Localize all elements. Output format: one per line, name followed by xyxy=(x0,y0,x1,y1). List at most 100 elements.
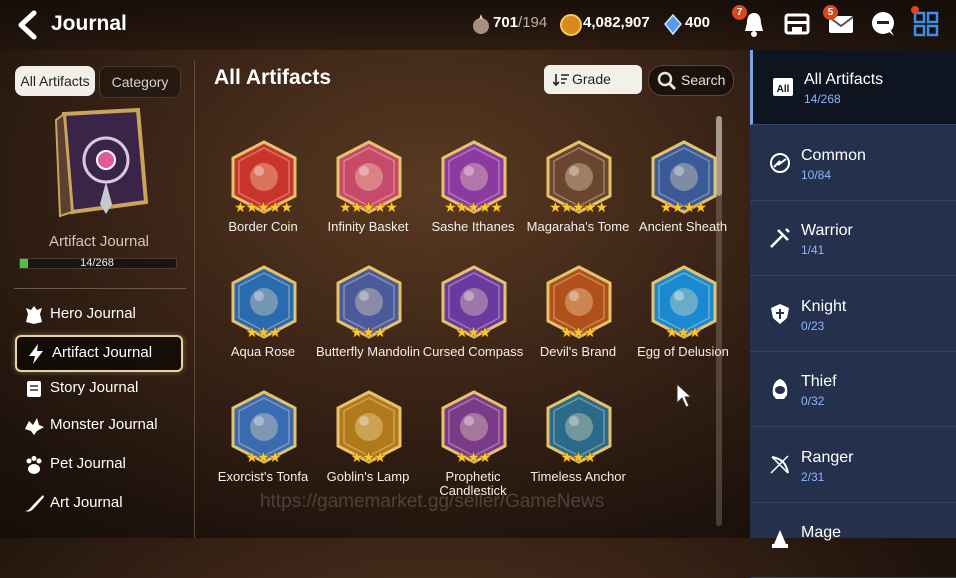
scrollbar[interactable] xyxy=(716,116,722,526)
paw-icon xyxy=(26,456,42,474)
section-title: All Artifacts xyxy=(214,66,332,89)
left-divider xyxy=(14,288,186,289)
star-rating: ★★★ xyxy=(560,324,597,340)
artifact-name: Devil's Brand xyxy=(539,344,617,359)
svg-text:All: All xyxy=(777,84,790,95)
star-rating: ★★★★★ xyxy=(444,199,503,215)
star-rating: ★★★★★ xyxy=(234,199,293,215)
star-rating: ★★★★★ xyxy=(549,199,608,215)
star-rating: ★★★ xyxy=(560,449,597,465)
class-filter-mage[interactable]: Mage xyxy=(750,503,956,578)
menu-hero-journal[interactable]: Hero Journal xyxy=(15,298,179,331)
menu-story-journal[interactable]: Story Journal xyxy=(15,372,179,405)
brush-icon xyxy=(25,495,44,512)
menu-label: Hero Journal xyxy=(50,305,136,322)
artifact-card[interactable]: ★★★★★ Infinity Basket xyxy=(318,140,418,260)
book-label: Artifact Journal xyxy=(48,233,150,250)
stamina-counter: 701/194 xyxy=(493,14,548,31)
all-class-icon: All xyxy=(773,78,793,96)
notification-badge: 7 xyxy=(732,5,747,20)
class-filter-count: 1/41 xyxy=(801,243,825,257)
menu-art-journal[interactable]: Art Journal xyxy=(15,487,179,520)
common-class-icon xyxy=(770,152,790,173)
crystal-icon xyxy=(664,13,682,36)
menu-artifact-journal[interactable]: Artifact Journal xyxy=(15,335,183,372)
artifact-card[interactable]: ★★★ Aqua Rose xyxy=(213,265,313,385)
menu-label: Art Journal xyxy=(50,494,123,511)
class-filter-count: 0/23 xyxy=(801,318,825,333)
hero-icon xyxy=(26,306,42,324)
class-filter-all[interactable]: All All Artifacts 14/268 xyxy=(750,50,956,125)
class-filter-ranger[interactable]: Ranger 2/31 xyxy=(750,428,956,503)
class-filter-thief[interactable]: Thief 0/32 xyxy=(750,352,956,427)
menu-label: Pet Journal xyxy=(50,455,126,472)
back-arrow-icon[interactable] xyxy=(14,10,42,40)
sort-icon xyxy=(553,74,569,86)
tab-category[interactable]: Category xyxy=(99,66,181,98)
artifact-name: Exorcist's Tonfa xyxy=(217,469,309,484)
artifact-name: Cursed Compass xyxy=(422,344,524,359)
thief-class-icon xyxy=(772,379,788,399)
class-filter-common[interactable]: Common 10/84 xyxy=(750,126,956,201)
class-filter-count: 10/84 xyxy=(801,167,832,182)
mail-badge: 5 xyxy=(823,5,838,20)
artifact-card[interactable]: ★★★★★ Magaraha's Tome xyxy=(527,140,629,260)
star-rating: ★★★ xyxy=(350,324,387,340)
class-filter-count: 0/32 xyxy=(801,394,825,408)
search-button[interactable]: Search xyxy=(648,65,734,96)
menu-label: Monster Journal xyxy=(50,416,158,433)
book-count: 14/268 xyxy=(80,257,114,269)
star-rating: ★★★ xyxy=(245,449,282,465)
left-separator xyxy=(194,60,195,538)
artifact-name: Sashe Ithanes xyxy=(431,219,515,234)
class-filter-label: Ranger xyxy=(801,448,854,466)
artifact-journal-book-icon xyxy=(54,108,149,218)
menu-dot xyxy=(911,6,919,14)
page-title: Journal xyxy=(51,12,127,35)
star-rating: ★★★ xyxy=(350,449,387,465)
chat-icon[interactable] xyxy=(868,9,898,39)
ranger-class-icon xyxy=(770,454,789,474)
grade-sort-button[interactable]: Grade xyxy=(544,65,642,94)
artifact-name: Timeless Anchor xyxy=(530,469,626,484)
class-filter-label: Thief xyxy=(801,373,837,390)
gold-counter: 4,082,907 xyxy=(583,14,650,31)
knight-class-icon xyxy=(771,303,789,324)
menu-pet-journal[interactable]: Pet Journal xyxy=(15,448,179,481)
crystal-counter: 400 xyxy=(685,14,711,31)
menu-monster-journal[interactable]: Monster Journal xyxy=(15,409,179,442)
gold-icon xyxy=(560,14,582,36)
class-filter-label: Common xyxy=(801,146,866,164)
tab-all-artifacts[interactable]: All Artifacts xyxy=(15,66,95,96)
star-rating: ★★★★★ xyxy=(339,199,398,215)
class-filter-label: All Artifacts xyxy=(804,71,884,88)
class-filter-count: 14/268 xyxy=(804,92,841,106)
artifact-name: Aqua Rose xyxy=(230,344,296,359)
stamina-icon xyxy=(473,14,489,34)
class-filter-knight[interactable]: Knight 0/23 xyxy=(750,277,956,352)
monster-icon xyxy=(25,418,44,435)
class-filter-count: 2/31 xyxy=(801,469,825,484)
artifact-card[interactable]: ★★★ Butterfly Mandolin xyxy=(316,265,420,385)
artifact-name: Egg of Delusion xyxy=(637,344,729,359)
class-filter-label: Warrior xyxy=(801,222,853,239)
class-filter-label: Knight xyxy=(801,297,847,315)
scrollbar-thumb[interactable] xyxy=(716,116,722,196)
artifact-card[interactable]: ★★★ Cursed Compass xyxy=(423,265,523,385)
class-filter-warrior[interactable]: Warrior 1/41 xyxy=(750,201,956,276)
scroll-icon xyxy=(27,381,41,397)
menu-label: Artifact Journal xyxy=(52,344,153,361)
class-filter-label: Mage xyxy=(801,524,842,541)
artifact-card[interactable]: ★★★★★ Sashe Ithanes xyxy=(423,140,523,260)
lightning-icon xyxy=(29,344,43,364)
search-label: Search xyxy=(681,72,726,88)
mouse-cursor-icon xyxy=(676,383,692,408)
artifact-name: Border Coin xyxy=(228,219,298,234)
grade-label: Grade xyxy=(572,71,611,87)
artifact-name: Magaraha's Tome xyxy=(526,219,630,234)
shop-icon[interactable] xyxy=(782,9,812,39)
artifact-card[interactable]: ★★★★★ Border Coin xyxy=(213,140,313,260)
artifact-card[interactable]: ★★★ Devil's Brand xyxy=(528,265,628,385)
search-icon xyxy=(657,71,677,91)
star-rating: ★★★ xyxy=(455,324,492,340)
